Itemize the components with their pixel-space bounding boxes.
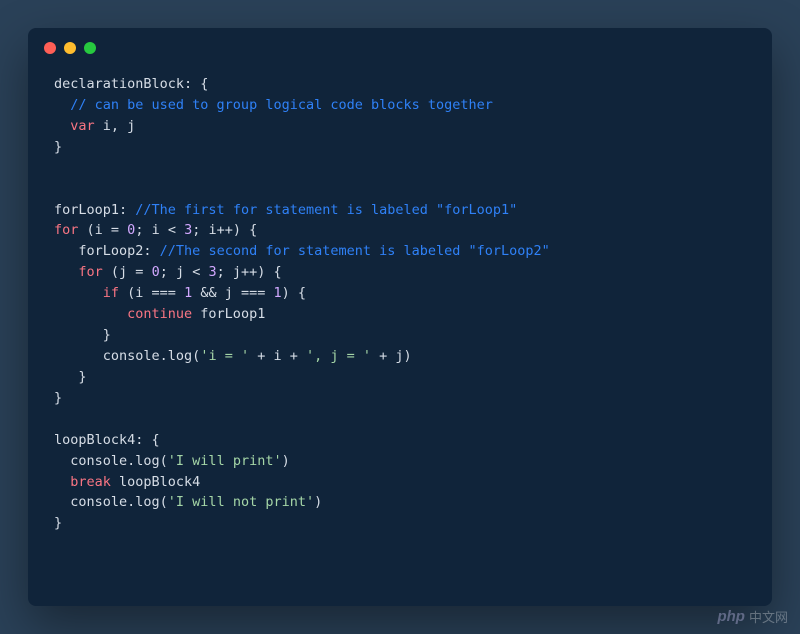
watermark: php 中文网 [717, 607, 788, 626]
code-text: declarationBlock: [54, 76, 192, 92]
code-text: (i === [119, 285, 184, 301]
code-text: } [54, 139, 62, 155]
code-text: i, j [95, 118, 136, 134]
code-keyword: break [54, 474, 111, 490]
minimize-icon[interactable] [64, 42, 76, 54]
code-text: ; i < [135, 222, 184, 238]
code-string: 'I will print' [168, 453, 282, 469]
code-text: } [54, 369, 87, 385]
code-string: 'I will not print' [168, 494, 314, 510]
code-text: ; j++) { [217, 264, 282, 280]
code-comment: // can be used to group logical code blo… [54, 97, 493, 113]
code-keyword: for [54, 222, 78, 238]
code-text: (j = [103, 264, 152, 280]
code-window: declarationBlock: { // can be used to gr… [28, 28, 772, 606]
code-block: declarationBlock: { // can be used to gr… [28, 62, 772, 560]
code-text: } [54, 327, 111, 343]
code-text: ) [282, 453, 290, 469]
code-text: loopBlock4: [54, 432, 143, 448]
maximize-icon[interactable] [84, 42, 96, 54]
code-text: } [54, 390, 62, 406]
code-number: 1 [184, 285, 192, 301]
code-text: } [54, 515, 62, 531]
code-keyword: for [54, 264, 103, 280]
watermark-logo: php [717, 608, 745, 625]
code-text: ) { [282, 285, 306, 301]
code-keyword: var [54, 118, 95, 134]
code-text: forLoop1 [192, 306, 265, 322]
code-comment: //The first for statement is labeled "fo… [135, 202, 517, 218]
watermark-text: 中文网 [749, 607, 788, 626]
code-text: ; j < [160, 264, 209, 280]
code-text: { [143, 432, 159, 448]
code-string: ', j = ' [306, 348, 371, 364]
code-text: && j === [192, 285, 273, 301]
code-text: (i = [78, 222, 127, 238]
code-text: console.log( [54, 453, 168, 469]
code-text: forLoop1: [54, 202, 135, 218]
code-string: 'i = ' [200, 348, 249, 364]
code-text: console.log( [54, 494, 168, 510]
code-number: 0 [152, 264, 160, 280]
window-titlebar [28, 28, 772, 62]
code-number: 3 [184, 222, 192, 238]
code-text: + j) [371, 348, 412, 364]
code-text: ) [314, 494, 322, 510]
code-text: console.log( [54, 348, 200, 364]
code-keyword: continue [54, 306, 192, 322]
code-text: ; i++) { [192, 222, 257, 238]
code-text: loopBlock4 [111, 474, 200, 490]
code-text: forLoop2: [54, 243, 160, 259]
code-comment: //The second for statement is labeled "f… [160, 243, 550, 259]
code-keyword: if [54, 285, 119, 301]
code-number: 3 [208, 264, 216, 280]
code-text: { [192, 76, 208, 92]
code-number: 1 [273, 285, 281, 301]
code-text: + i + [249, 348, 306, 364]
close-icon[interactable] [44, 42, 56, 54]
